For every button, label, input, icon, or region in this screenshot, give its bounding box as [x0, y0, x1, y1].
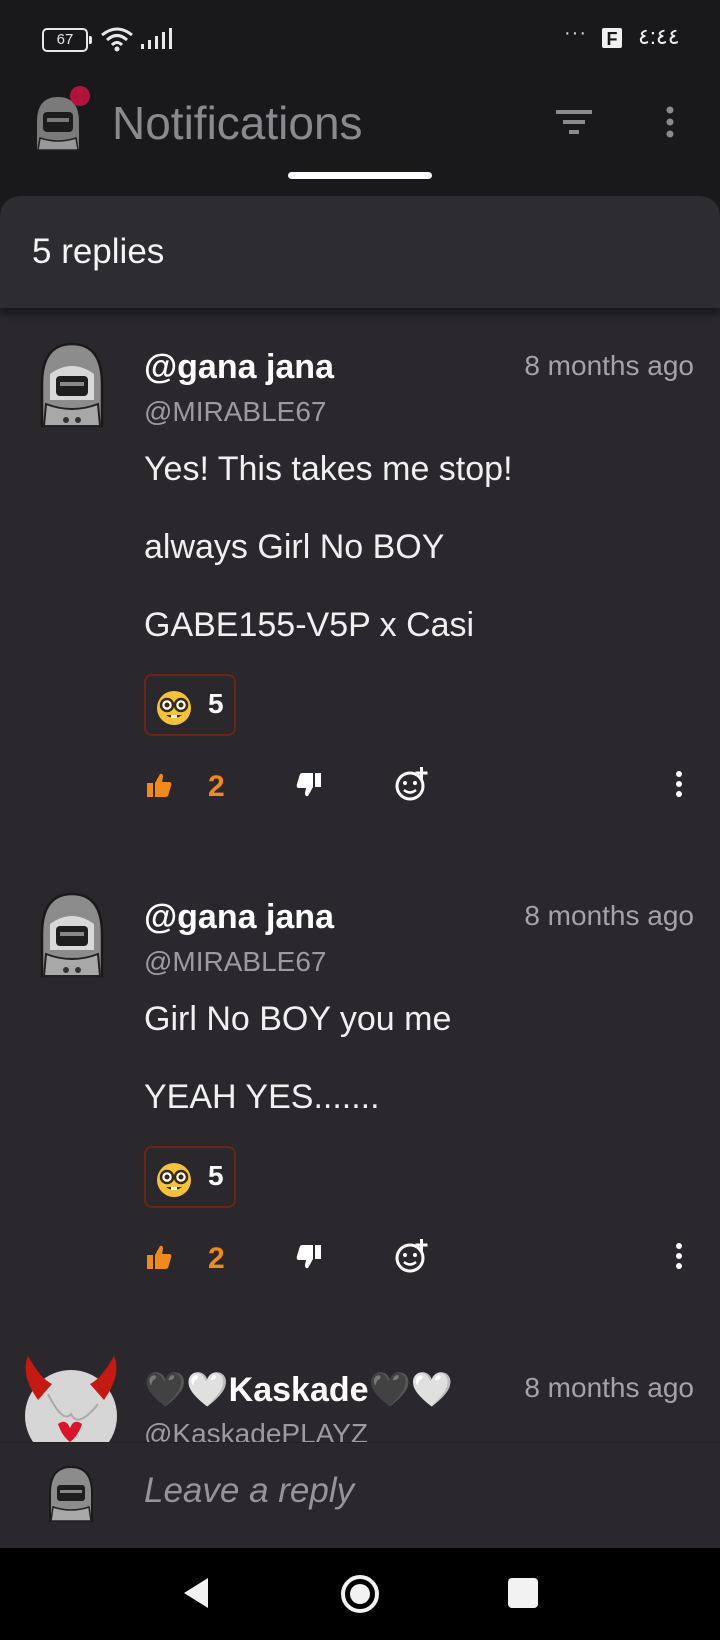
- comment-time: 8 months ago: [524, 900, 694, 931]
- comment-author[interactable]: @gana jana: [144, 348, 334, 387]
- comment-text: GABE155-V5P x Casi: [144, 606, 475, 644]
- system-nav-bar: [0, 1548, 720, 1640]
- reply-input[interactable]: Leave a reply: [144, 1471, 354, 1511]
- back-icon[interactable]: [182, 1576, 210, 1610]
- recents-icon[interactable]: [508, 1578, 538, 1608]
- comment-author[interactable]: 🖤🤍Kaskade🖤🤍: [144, 1370, 453, 1410]
- thumbs-down-icon[interactable]: [296, 772, 322, 798]
- reply-bar: Leave a reply: [0, 1442, 720, 1549]
- more-vert-icon[interactable]: [675, 1242, 683, 1270]
- add-reaction-icon[interactable]: [394, 766, 430, 802]
- comment-handle: @MIRABLE67: [144, 946, 327, 977]
- like-count: 2: [208, 1242, 225, 1275]
- comment-time: 8 months ago: [524, 350, 694, 381]
- like-count: 2: [208, 770, 225, 803]
- comment-author[interactable]: @gana jana: [144, 898, 334, 937]
- thumbs-down-icon[interactable]: [296, 1244, 322, 1270]
- nerd-face-icon: [157, 1163, 191, 1197]
- status-bar: 67 ··· F ٤:٤٤: [0, 0, 720, 80]
- thumbs-up-icon[interactable]: [146, 1244, 172, 1270]
- home-icon[interactable]: [340, 1574, 380, 1614]
- wifi-icon: [101, 27, 133, 52]
- notification-dot: [70, 86, 90, 106]
- comment-text: Girl No BOY you me: [144, 1000, 452, 1038]
- more-vert-icon[interactable]: [664, 106, 676, 138]
- page-title: Notifications: [112, 97, 363, 149]
- battery-icon: 67: [42, 28, 92, 52]
- my-avatar: [46, 1463, 96, 1525]
- add-reaction-icon[interactable]: [394, 1238, 430, 1274]
- reaction-chip[interactable]: 5: [144, 1146, 236, 1208]
- comment-time: 8 months ago: [524, 1372, 694, 1403]
- overflow-indicator: ···: [564, 22, 587, 44]
- replies-count-title: 5 replies: [32, 232, 165, 271]
- sheet-header: 5 replies: [0, 196, 720, 308]
- reaction-count: 5: [208, 1160, 224, 1191]
- comment-text: always Girl No BOY: [144, 528, 445, 566]
- replies-sheet: 5 replies @gana jana 8 months ago @MIRAB…: [0, 196, 720, 1548]
- user-avatar[interactable]: [36, 890, 108, 982]
- signal-icon: [141, 28, 172, 49]
- comment-text: Yes! This takes me stop!: [144, 450, 513, 488]
- comment-text: YEAH YES.......: [144, 1078, 380, 1116]
- reaction-count: 5: [208, 688, 224, 719]
- filter-icon[interactable]: [556, 108, 592, 136]
- facebook-icon: F: [602, 28, 622, 49]
- nerd-face-icon: [157, 691, 191, 725]
- user-avatar[interactable]: [36, 340, 108, 432]
- sheet-drag-handle[interactable]: [288, 172, 432, 179]
- clock: ٤:٤٤: [638, 24, 680, 49]
- comment-handle: @MIRABLE67: [144, 396, 327, 427]
- reaction-chip[interactable]: 5: [144, 674, 236, 736]
- more-vert-icon[interactable]: [675, 770, 683, 798]
- thumbs-up-icon[interactable]: [146, 772, 172, 798]
